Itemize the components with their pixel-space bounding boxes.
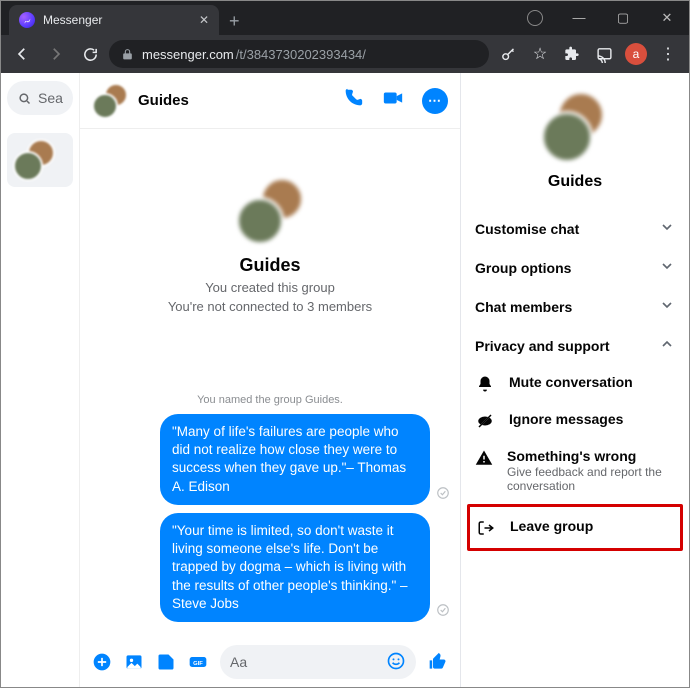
window-maximize-button[interactable]: ▢ [601,1,645,35]
search-input[interactable]: Sea [7,81,73,115]
details-panel: Guides Customise chat Group options Chat… [461,73,689,687]
chevron-down-icon [659,258,675,277]
section-label: Privacy and support [475,338,610,354]
action-label: Leave group [510,518,593,534]
action-label: Something's wrong [507,448,675,464]
add-button[interactable] [92,652,112,672]
gif-button[interactable]: GIF [188,652,208,672]
url-path: /t/3843730202393434/ [236,47,366,62]
leave-icon [476,518,496,537]
section-label: Group options [475,260,571,276]
panel-title: Guides [469,173,681,191]
delivered-check-icon [436,486,450,505]
chevron-down-icon [659,297,675,316]
audio-call-button[interactable] [342,87,364,114]
message-row: "Many of life's failures are people who … [90,414,450,505]
ignore-icon [475,411,495,430]
window-close-button[interactable]: ✕ [645,1,689,35]
mute-conversation-button[interactable]: Mute conversation [469,365,681,402]
extensions-icon[interactable] [557,39,587,69]
group-avatar-icon [92,83,128,119]
messenger-app: Sea Guides ⋯ Guides You created this gro… [1,73,689,687]
section-label: Chat members [475,299,572,315]
bell-icon [475,374,495,393]
conversation-title: Guides [138,92,189,109]
browser-toolbar: messenger.com/t/3843730202393434/ ☆ a ⋮ [1,35,689,73]
url-host: messenger.com [142,47,234,62]
window-minimize-button[interactable]: — [557,1,601,35]
conversation-header: Guides ⋯ [80,73,460,129]
section-label: Customise chat [475,221,579,237]
cast-icon[interactable] [589,39,619,69]
search-placeholder: Sea [38,90,63,106]
section-chat-members[interactable]: Chat members [469,287,681,326]
conversation-info-button[interactable]: ⋯ [422,88,448,114]
tab-title: Messenger [43,13,102,27]
group-avatar-icon [236,177,304,245]
browser-menu-button[interactable]: ⋮ [653,39,683,69]
like-button[interactable] [428,652,448,672]
reload-button[interactable] [75,39,105,69]
warning-icon [475,448,493,467]
close-tab-icon[interactable]: ✕ [199,13,209,27]
message-input[interactable]: Aa [220,645,416,679]
lock-icon [121,48,134,61]
key-icon[interactable] [493,39,523,69]
action-label: Ignore messages [509,411,623,427]
sticker-button[interactable] [156,652,176,672]
ignore-messages-button[interactable]: Ignore messages [469,402,681,439]
delivered-check-icon [436,603,450,622]
conversation-body: Guides You created this group You're not… [80,129,460,641]
browser-titlebar: Messenger ✕ + — ▢ ✕ [1,1,689,35]
composer-placeholder: Aa [230,654,247,670]
connected-text: You're not connected to 3 members [168,299,372,314]
message-composer: GIF Aa [80,641,460,687]
video-call-button[interactable] [382,87,404,114]
forward-button[interactable] [41,39,71,69]
sent-message-bubble[interactable]: "Many of life's failures are people who … [160,414,430,505]
section-privacy-support[interactable]: Privacy and support [469,326,681,365]
group-avatar-icon [539,91,611,163]
chevron-down-icon [659,219,675,238]
leave-group-button[interactable]: Leave group [470,509,680,546]
system-message: You named the group Guides. [197,394,343,406]
leave-group-highlight: Leave group [467,504,683,551]
back-button[interactable] [7,39,37,69]
window-controls: — ▢ ✕ [513,1,689,35]
messenger-favicon-icon [19,12,35,28]
conversation-sidebar: Sea [1,73,79,687]
svg-text:GIF: GIF [193,661,203,667]
action-label: Mute conversation [509,374,633,390]
section-customise-chat[interactable]: Customise chat [469,209,681,248]
group-name-heading: Guides [239,255,300,276]
section-group-options[interactable]: Group options [469,248,681,287]
profile-button[interactable]: a [621,39,651,69]
chevron-up-icon [659,336,675,355]
action-sublabel: Give feedback and report the conversatio… [507,465,675,493]
media-indicator-icon [513,10,557,26]
photo-button[interactable] [124,652,144,672]
message-row: "Your time is limited, so don't waste it… [90,513,450,622]
thread-item-guides[interactable] [7,133,73,187]
somethings-wrong-button[interactable]: Something's wrong Give feedback and repo… [469,439,681,502]
emoji-picker-button[interactable] [386,651,406,674]
search-icon [17,91,32,106]
bookmark-star-icon[interactable]: ☆ [525,39,555,69]
conversation-column: Guides ⋯ Guides You created this group Y… [79,73,461,687]
browser-tab[interactable]: Messenger ✕ [9,5,219,35]
new-tab-button[interactable]: + [219,1,250,35]
created-text: You created this group [205,280,335,295]
sent-message-bubble[interactable]: "Your time is limited, so don't waste it… [160,513,430,622]
group-avatar-icon [13,139,55,181]
address-bar[interactable]: messenger.com/t/3843730202393434/ [109,40,489,68]
